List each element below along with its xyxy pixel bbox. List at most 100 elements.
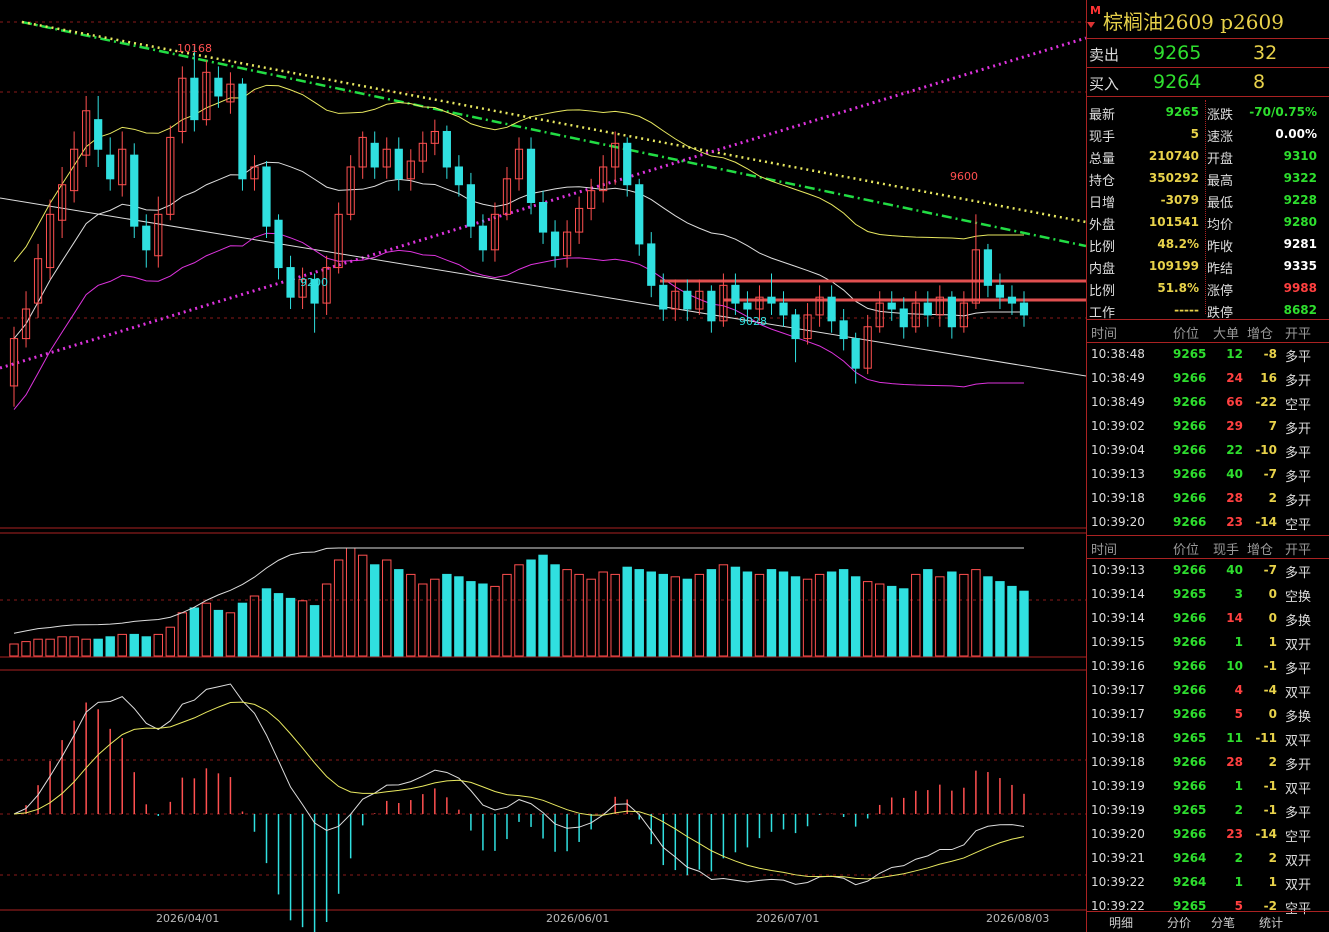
table-row[interactable]: 10:39:17 9266 5 0 多换 [1087,703,1329,727]
ask-label: 卖出 [1089,46,1120,64]
volume-bar [189,607,200,657]
volume-bar [478,583,488,657]
stat-right: 涨停 9988 [1205,277,1323,299]
kline-chart[interactable]: 10168 9600 9200 9028 2026/04/01 2026/06/01 … [0,0,1086,932]
stat-left: 比例 51.8% [1087,277,1205,299]
candle-body [779,302,788,316]
volume-bar [682,578,693,657]
instrument-header: M 棕榈油2609 p2609 [1087,0,1329,39]
table-row[interactable]: 10:39:18 9266 28 2 多开 [1087,751,1329,775]
cell-time: 10:39:18 [1091,731,1145,745]
date-label: 2026/06/01 [546,912,610,925]
cell-change: -11 [1255,731,1277,745]
table-row[interactable]: 10:39:20 9266 23 -14 空平 [1087,511,1329,535]
candle-body [286,267,295,298]
stat-value: 5 [1190,127,1199,141]
candle-body [683,290,692,310]
table-row[interactable]: 10:39:13 9266 40 -7 多平 [1087,559,1329,583]
volume-bar [862,581,873,657]
tab-ticks[interactable]: 分笔 [1211,914,1235,931]
table-row[interactable]: 10:39:13 9266 40 -7 多平 [1087,463,1329,487]
volume-bar [634,569,644,657]
cell-price: 9266 [1173,491,1207,505]
tick-detail-table[interactable]: 时间 价位 现手 增仓 开平 10:39:13 9266 40 -7 多平 10:39:14 9265… [1087,535,1329,919]
table-row[interactable]: 10:39:16 9266 10 -1 多平 [1087,655,1329,679]
stat-right: 涨跌 -70/0.75% [1205,101,1323,123]
volume-bar [57,636,67,657]
cell-type: 多开 [1285,758,1312,773]
table-row[interactable]: 10:39:21 9264 2 2 双开 [1087,847,1329,871]
tab-detail[interactable]: 明细 [1109,914,1133,931]
quote-stats: 最新 9265 现手 5 总量 210740 持仓 350292 日增 -3079 外盘 101541… [1087,97,1329,321]
cell-change: -1 [1263,659,1277,673]
cell-price: 9265 [1173,731,1207,745]
table-row[interactable]: 10:38:48 9265 12 -8 多平 [1087,343,1329,367]
table-row[interactable]: 10:39:19 9266 1 -1 双平 [1087,775,1329,799]
cell-time: 10:38:49 [1091,371,1145,385]
stat-left: 工作 ----- [1087,299,1205,321]
table-row[interactable]: 10:38:49 9266 24 16 多开 [1087,367,1329,391]
chart-canvas[interactable]: 10168 9600 9200 9028 [0,0,1086,932]
table-row[interactable]: 10:39:22 9264 1 1 双开 [1087,871,1329,895]
volume-bar [321,583,332,657]
volume-bar [959,573,969,657]
volume-bar [526,559,536,657]
candle-body [214,77,223,97]
table-row[interactable]: 10:39:14 9265 3 0 空换 [1087,583,1329,607]
volume-bar [766,569,777,657]
volume-bar [874,583,885,657]
stat-value: 9335 [1283,259,1317,273]
stat-label: 持仓 [1089,174,1116,189]
cell-price: 9266 [1173,683,1207,697]
stat-label: 速涨 [1207,130,1234,145]
tab-price[interactable]: 分价 [1167,914,1191,931]
cell-volume: 1 [1234,635,1243,649]
table-row[interactable]: 10:39:02 9266 29 7 多开 [1087,415,1329,439]
volume-bar [887,585,897,657]
table-row[interactable]: 10:38:49 9266 66 -22 空平 [1087,391,1329,415]
stat-right: 昨收 9281 [1205,233,1323,255]
cell-time: 10:39:17 [1091,683,1145,697]
cell-change: 2 [1268,491,1277,505]
cell-change: -1 [1263,803,1277,817]
stat-left: 现手 5 [1087,123,1205,145]
candle-body [743,302,752,310]
table-row[interactable]: 10:39:04 9266 22 -10 多平 [1087,439,1329,463]
cell-change: -14 [1255,827,1277,841]
cell-time: 10:38:49 [1091,395,1145,409]
cell-time: 10:39:13 [1091,467,1145,481]
table-row[interactable]: 10:39:15 9266 1 1 双开 [1087,631,1329,655]
stat-label: 最高 [1207,174,1234,189]
table-row[interactable]: 10:39:14 9266 14 0 多换 [1087,607,1329,631]
cell-time: 10:39:15 [1091,635,1145,649]
stat-label: 跌停 [1207,306,1234,321]
tab-stats[interactable]: 统计 [1259,914,1283,931]
table-row[interactable]: 10:39:20 9266 23 -14 空平 [1087,823,1329,847]
column-header: 大单 [1213,327,1240,342]
table-row[interactable]: 10:39:17 9266 4 -4 双平 [1087,679,1329,703]
volume-bar [911,573,921,657]
volume-bar [345,547,356,657]
table-row[interactable]: 10:39:19 9265 2 -1 多平 [1087,799,1329,823]
cell-price: 9266 [1173,755,1207,769]
table-row[interactable]: 10:39:18 9265 11 -11 双平 [1087,727,1329,751]
corner-marker-icon [1087,22,1095,28]
stat-value: 109199 [1148,259,1199,273]
bid-row[interactable]: 买入 9264 8 [1087,68,1329,97]
cell-time: 10:39:04 [1091,443,1145,457]
candle-body [106,154,115,180]
stat-label: 均价 [1207,218,1234,233]
volume-bar [826,571,837,657]
big-order-table[interactable]: 时间 价位 大单 增仓 开平 10:38:48 9265 12 -8 多平 10:38:49 9266… [1087,320,1329,535]
stat-label: 工作 [1089,306,1116,321]
volume-bar [983,576,993,657]
stat-left: 日增 -3079 [1087,189,1205,211]
cell-volume: 40 [1226,563,1243,577]
table-row[interactable]: 10:39:18 9266 28 2 多开 [1087,487,1329,511]
cell-type: 多平 [1285,446,1312,461]
stat-label: 开盘 [1207,152,1234,167]
stat-value: 8682 [1283,303,1317,317]
ask-row[interactable]: 卖出 9265 32 [1087,39,1329,68]
instrument-title[interactable]: 棕榈油2609 p2609 [1103,6,1284,35]
date-label: 2026/07/01 [756,912,820,925]
